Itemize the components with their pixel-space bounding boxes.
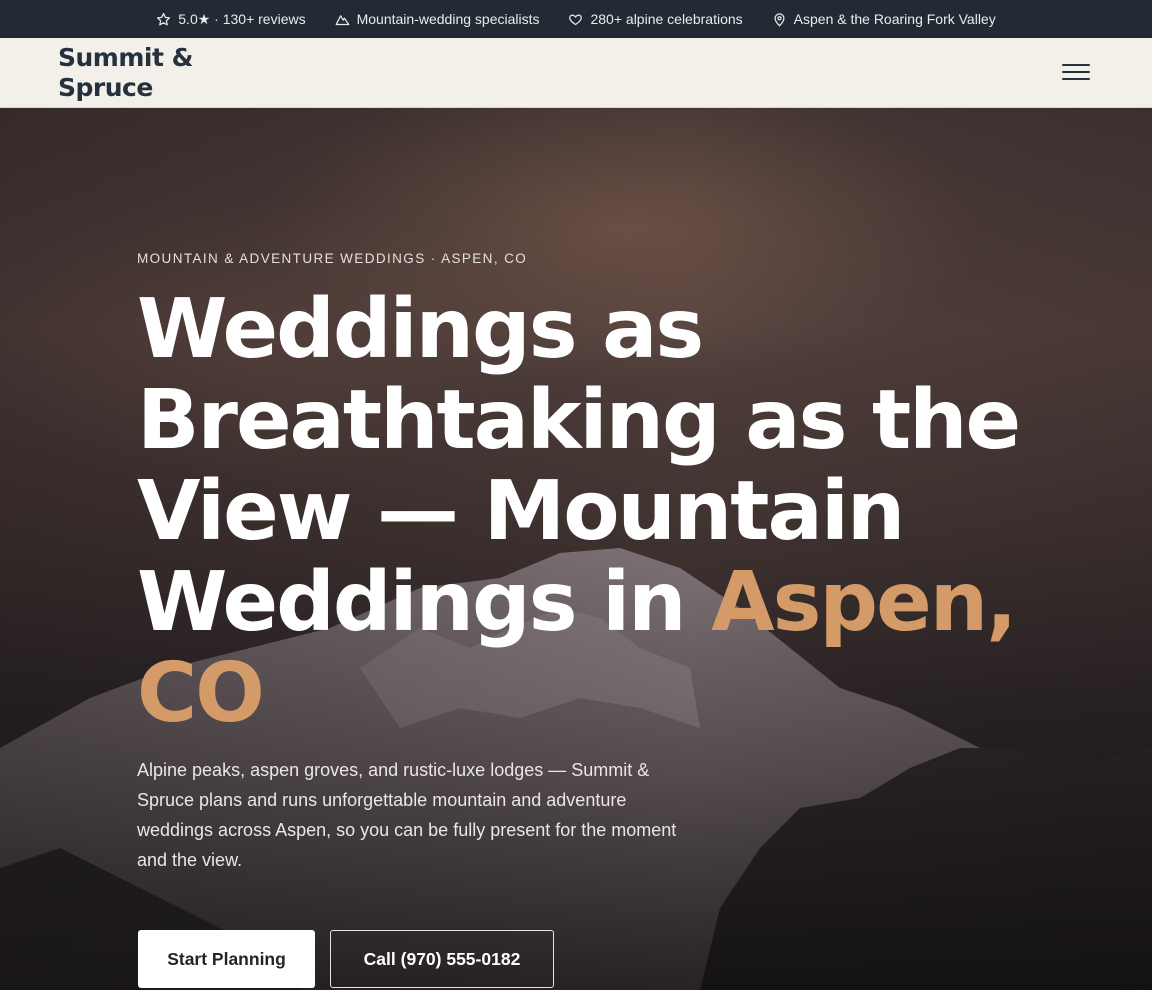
menu-bar	[1062, 78, 1090, 80]
logo-line-2: Spruce	[58, 73, 153, 102]
trust-item-location: Aspen & the Roaring Fork Valley	[772, 11, 996, 27]
trust-item-reviews: 5.0★ · 130+ reviews	[156, 10, 306, 28]
hamburger-menu-icon[interactable]	[1062, 59, 1090, 85]
call-phone-button[interactable]: Call (970) 555-0182	[330, 930, 554, 988]
trust-bar: 5.0★ · 130+ reviews Mountain-wedding spe…	[0, 0, 1152, 38]
trust-item-label: Aspen & the Roaring Fork Valley	[793, 11, 996, 27]
heart-icon	[568, 12, 583, 27]
trust-item-label: 5.0★ · 130+ reviews	[178, 10, 306, 27]
star-icon	[156, 12, 171, 27]
location-pin-icon	[772, 12, 787, 27]
trust-item-specialists: Mountain-wedding specialists	[335, 11, 540, 27]
logo-line-1: Summit &	[58, 43, 193, 72]
brand-logo[interactable]: Summit & Spruce	[58, 43, 193, 103]
site-header: Summit & Spruce	[0, 38, 1152, 108]
trust-item-label: Mountain-wedding specialists	[356, 11, 540, 27]
trust-item-label: 280+ alpine celebrations	[590, 11, 743, 27]
hero-headline: Weddings as Breathtaking as the View — M…	[137, 284, 1037, 739]
hero-section: MOUNTAIN & ADVENTURE WEDDINGS · ASPEN, C…	[0, 108, 1152, 990]
menu-bar	[1062, 64, 1090, 66]
menu-bar	[1062, 71, 1090, 73]
start-planning-button[interactable]: Start Planning	[138, 930, 315, 988]
mountain-icon	[335, 12, 350, 27]
hero-eyebrow: MOUNTAIN & ADVENTURE WEDDINGS · ASPEN, C…	[137, 251, 528, 266]
trust-item-celebrations: 280+ alpine celebrations	[568, 11, 743, 27]
hero-subcopy: Alpine peaks, aspen groves, and rustic-l…	[137, 760, 677, 870]
